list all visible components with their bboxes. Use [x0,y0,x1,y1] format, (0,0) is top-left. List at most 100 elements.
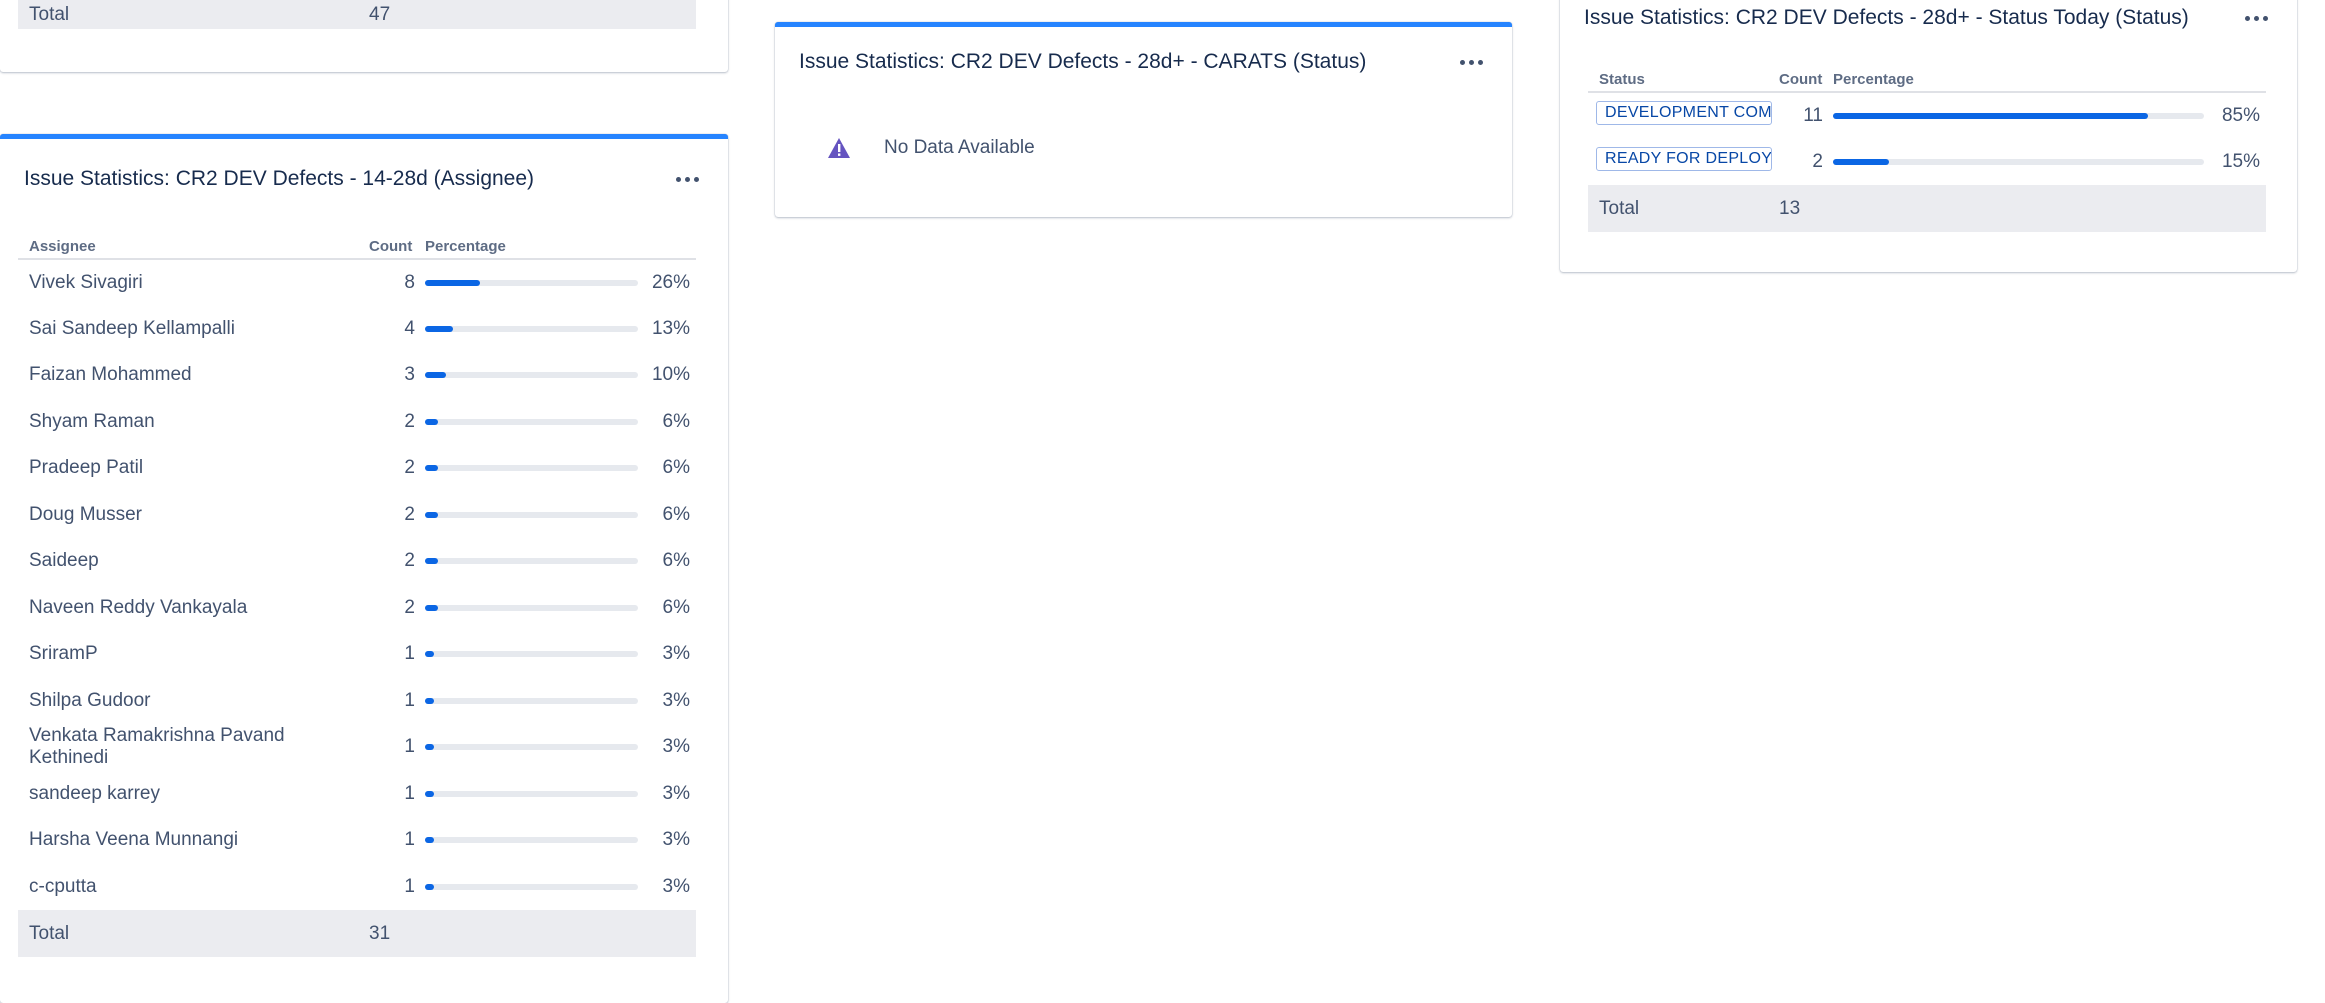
percentage-bar-track [425,883,638,890]
total-label: Total [18,910,369,957]
assignee-name-link[interactable]: Sai Sandeep Kellampalli [18,306,369,353]
previous-gadget: Total 47 [0,0,728,72]
count-value[interactable]: 1 [369,864,425,911]
percentage-bar-track [425,418,638,425]
column-header-status[interactable]: Status [1588,62,1779,93]
percentage-value: 3% [662,736,690,758]
percentage-value: 3% [662,875,690,897]
percentage-bar-cell [425,864,650,911]
assignee-statistics-gadget: Issue Statistics: CR2 DEV Defects - 14-2… [0,134,728,1003]
gadget-title: Issue Statistics: CR2 DEV Defects - 14-2… [24,167,535,190]
assignee-name-link[interactable]: SriramP [18,631,369,678]
assignee-name-link[interactable]: Doug Musser [18,492,369,539]
count-value[interactable]: 2 [369,538,425,585]
assignee-name-link[interactable]: Harsha Veena Munnangi [18,817,369,864]
warning-icon [828,138,850,158]
assignee-name-link[interactable]: c-cputta [18,864,369,911]
count-value[interactable]: 1 [369,771,425,818]
column-header-percentage[interactable]: Percentage [425,229,650,260]
percentage-value: 10% [651,364,690,386]
assignee-name-link[interactable]: Venkata Ramakrishna Pavand Kethinedi [18,724,369,771]
percentage-value: 3% [662,643,690,665]
percentage-bar-fill [425,465,438,472]
percentage-bar-cell [425,352,650,399]
percentage-bar-track [425,465,638,472]
percentage-value: 6% [662,596,690,618]
status-lozenge-link[interactable]: READY FOR DEPLOYM... [1596,146,1772,171]
percentage-bar-fill [425,604,438,611]
percentage-bar-track [425,790,638,797]
percentage-bar-fill [1833,158,1889,165]
percentage-value: 6% [662,457,690,479]
assignee-stats-table: Assignee Count Percentage Vivek Sivagiri… [18,229,696,957]
percentage-bar-cell [425,492,650,539]
percentage-bar-fill [425,744,434,751]
count-value[interactable]: 1 [369,631,425,678]
column-header-percentage[interactable]: Percentage [1833,62,2216,93]
percentage-bar-cell [425,678,650,725]
percentage-value: 6% [662,410,690,432]
dot-icon [1468,59,1474,65]
percentage-bar-fill [425,418,438,425]
percentage-bar-track [425,697,638,704]
table-row: SriramP 1 3% [18,631,696,678]
dot-icon [693,176,699,182]
percentage-value: 6% [662,550,690,572]
total-row: Total 13 [1588,185,2266,232]
count-value[interactable]: 2 [369,585,425,632]
percentage-bar-cell [425,817,650,864]
assignee-name-link[interactable]: Faizan Mohammed [18,352,369,399]
column-header-count[interactable]: Count [1779,62,1833,93]
table-row: Sai Sandeep Kellampalli 4 13% [18,306,696,353]
percentage-bar-cell [425,631,650,678]
percentage-value: 13% [651,317,690,339]
count-value[interactable]: 11 [1779,92,1833,139]
assignee-name-link[interactable]: Shilpa Gudoor [18,678,369,725]
count-value[interactable]: 4 [369,306,425,353]
count-value[interactable]: 2 [1779,139,1833,186]
count-value[interactable]: 2 [369,445,425,492]
table-row: sandeep karrey 1 3% [18,771,696,818]
count-value[interactable]: 3 [369,352,425,399]
more-actions-button[interactable] [1454,48,1488,76]
count-value[interactable]: 8 [369,259,425,306]
status-today-gadget: Issue Statistics: CR2 DEV Defects - 28d+… [1560,0,2297,272]
percentage-bar-fill [425,837,434,844]
assignee-name-link[interactable]: sandeep karrey [18,771,369,818]
column-header-assignee[interactable]: Assignee [18,229,369,260]
count-value[interactable]: 1 [369,678,425,725]
total-count: 47 [369,0,696,29]
assignee-name-link[interactable]: Naveen Reddy Vankayala [18,585,369,632]
assignee-name-link[interactable]: Vivek Sivagiri [18,259,369,306]
count-value[interactable]: 1 [369,817,425,864]
column-header-count[interactable]: Count [369,229,425,260]
count-value[interactable]: 2 [369,492,425,539]
more-actions-button[interactable] [670,165,704,193]
percentage-bar-track [425,372,638,379]
table-row: DEVELOPMENT COMP... 11 85% [1588,92,2266,139]
gadget-header: Issue Statistics: CR2 DEV Defects - 14-2… [24,165,704,193]
count-value[interactable]: 1 [369,724,425,771]
table-row: Shilpa Gudoor 1 3% [18,678,696,725]
percentage-bar-cell [425,445,650,492]
column-header-spacer [650,229,696,260]
gadget-title: Issue Statistics: CR2 DEV Defects - 28d+… [1584,6,2189,29]
carats-status-gadget: Issue Statistics: CR2 DEV Defects - 28d+… [775,22,1512,217]
no-data-text: No Data Available [884,137,1035,158]
count-value[interactable]: 2 [369,399,425,446]
assignee-name-link[interactable]: Shyam Raman [18,399,369,446]
table-row: Saideep 2 6% [18,538,696,585]
table-row: Vivek Sivagiri 8 26% [18,259,696,306]
status-stats-table: Status Count Percentage DEVELOPMENT COMP… [1588,62,2266,232]
assignee-name-link[interactable]: Pradeep Patil [18,445,369,492]
percentage-bar-track [425,604,638,611]
percentage-value: 15% [2221,150,2260,172]
more-actions-button[interactable] [2239,4,2273,32]
dot-icon [2253,15,2259,21]
status-lozenge-link[interactable]: DEVELOPMENT COMP... [1596,100,1772,125]
assignee-name-link[interactable]: Saideep [18,538,369,585]
total-count: 31 [369,910,696,957]
percentage-bar-track [1833,112,2204,119]
table-row: Harsha Veena Munnangi 1 3% [18,817,696,864]
percentage-value: 85% [2221,104,2260,126]
